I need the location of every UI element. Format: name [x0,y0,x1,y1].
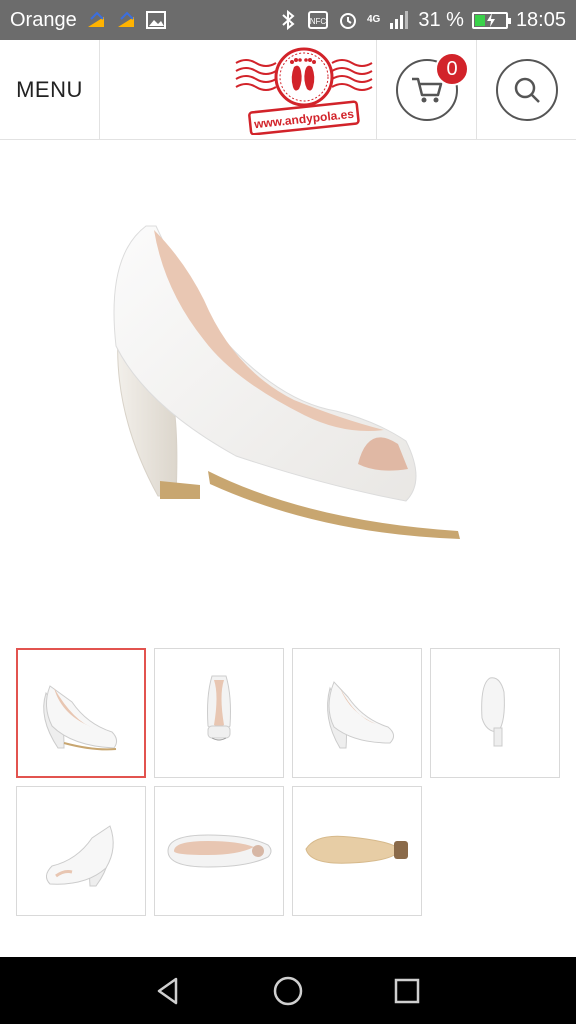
search-icon [514,77,540,103]
svg-text:NFC: NFC [310,17,327,26]
shoe-thumbnail [46,825,114,887]
shoe-image [113,225,460,539]
carrier-name: Orange [10,8,77,31]
shoe-thumbnail [167,834,272,868]
thumbnail-front[interactable] [154,648,284,778]
back-button[interactable] [149,971,189,1011]
search-button[interactable] [476,40,576,140]
carrier-signal-icon [87,11,104,27]
signal-icon [390,11,409,29]
thumbnail-top[interactable] [154,786,284,916]
network-type: 4G [367,14,381,25]
shoe-thumbnail [305,835,408,864]
system-nav-bar [0,957,576,1024]
thumbnail-gallery [16,648,562,916]
clock: 18:05 [515,8,566,31]
product-main-image[interactable] [0,141,576,631]
cart-count-badge: 0 [435,52,469,86]
logo-area: www.andypola.es [100,40,376,139]
thumbnail-sole[interactable] [292,786,422,916]
alarm-icon [340,13,356,29]
shoe-thumbnail [43,685,118,751]
andypola-logo[interactable]: www.andypola.es [234,45,374,135]
battery-icon [471,11,511,29]
status-bar: Orange NFC 4G 31 % 18:05 [0,0,576,40]
image-icon [145,11,166,29]
thumbnail-back[interactable] [430,648,560,778]
thumbnail-side-right[interactable] [16,648,146,778]
thumbnail-three-quarter[interactable] [292,648,422,778]
menu-button[interactable]: MENU [0,40,100,140]
home-button[interactable] [268,971,308,1011]
nfc-icon: NFC [308,11,328,29]
back-icon [158,977,178,1004]
shoe-thumbnail [327,681,394,749]
home-icon [273,976,303,1005]
battery-percent: 31 % [418,8,464,31]
thumbnail-side-left[interactable] [16,786,146,916]
bluetooth-icon [282,9,295,31]
carrier-signal-icon [117,11,134,27]
site-header: MENU www.andypola.es 0 [0,40,576,140]
recents-icon [394,978,419,1003]
shoe-thumbnail [481,677,505,747]
cart-button[interactable]: 0 [376,40,476,140]
recents-button[interactable] [387,971,427,1011]
shoe-thumbnail [207,675,231,741]
